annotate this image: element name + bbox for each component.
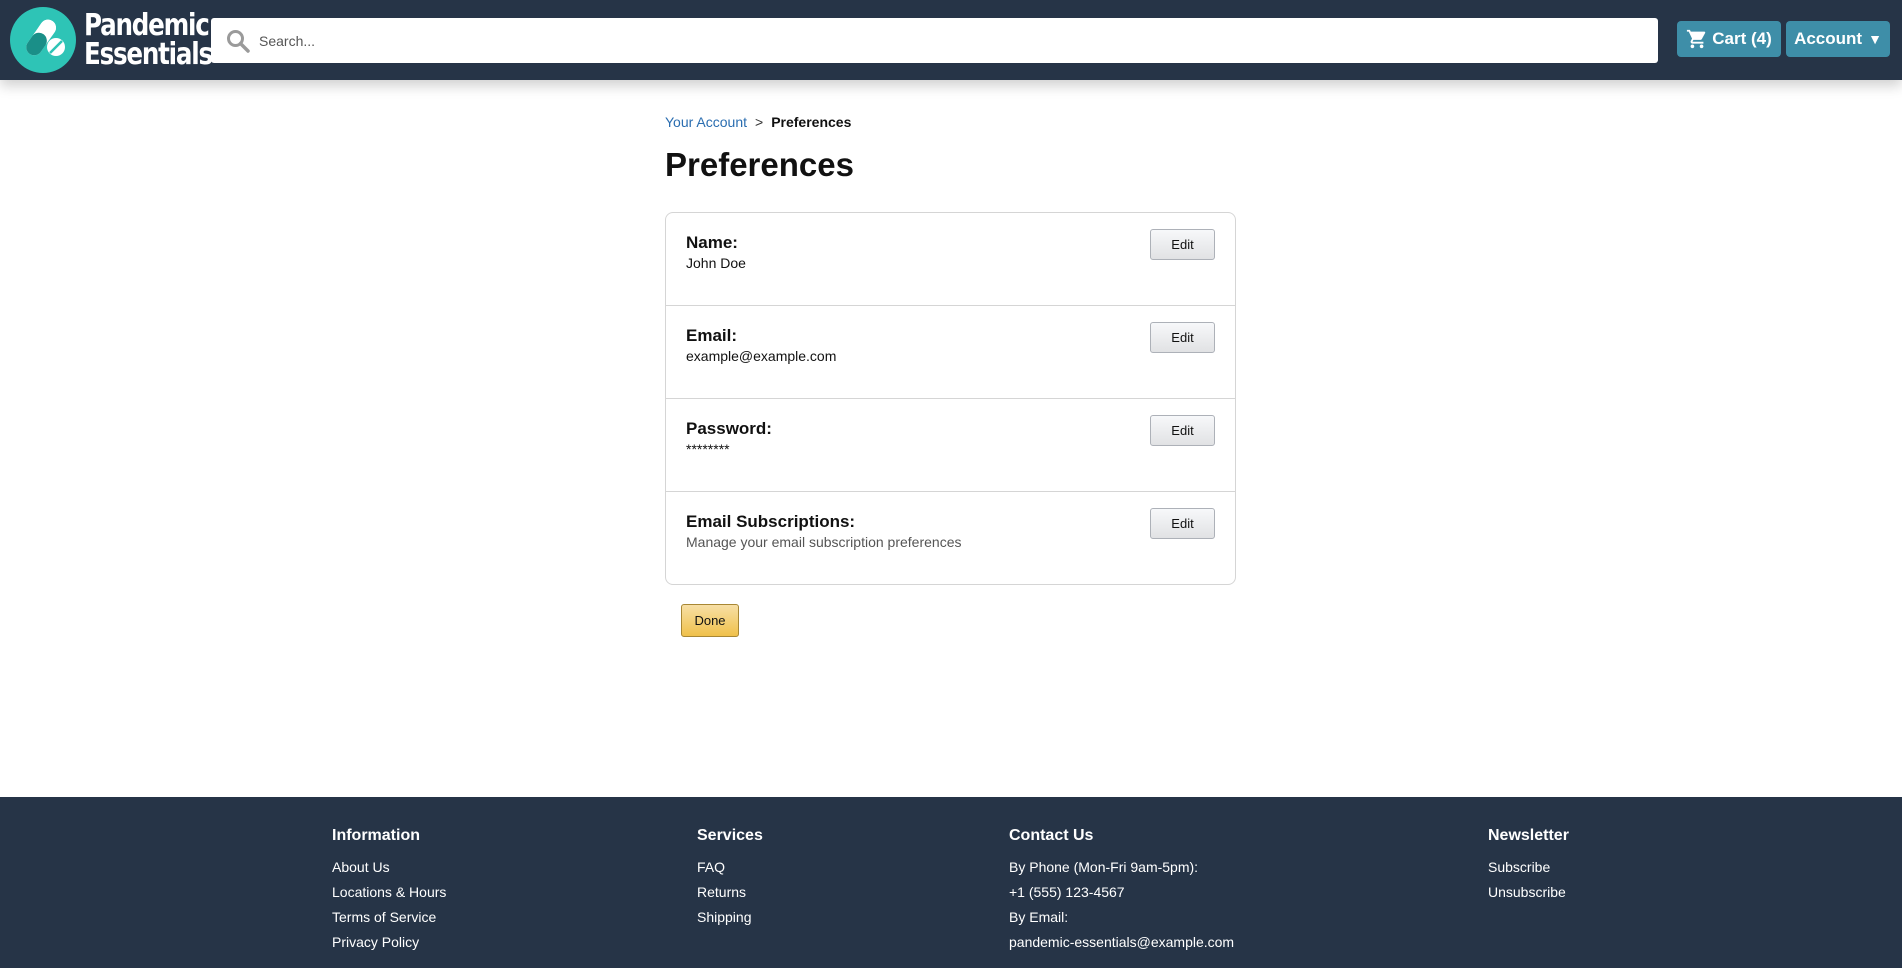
edit-email-subscriptions-button[interactable]: Edit bbox=[1150, 508, 1215, 539]
footer-contact-phone-label: By Phone (Mon-Fri 9am-5pm): bbox=[1009, 859, 1199, 875]
footer-contact-title: Contact Us bbox=[1009, 827, 1094, 844]
footer-services-title: Services bbox=[697, 827, 763, 844]
done-button[interactable]: Done bbox=[681, 604, 739, 637]
cart-label: Cart (4) bbox=[1712, 29, 1772, 48]
site-header: Pandemic Essentials Cart (4) Account ▼ bbox=[0, 0, 1902, 80]
footer-link-privacy-policy[interactable]: Privacy Policy bbox=[332, 930, 446, 955]
logo-line-2: Essentials bbox=[84, 37, 213, 72]
footer-newsletter: Newsletter Subscribe Unsubscribe bbox=[1488, 827, 1569, 905]
logo-text: Pandemic Essentials bbox=[84, 8, 213, 72]
footer-newsletter-title: Newsletter bbox=[1488, 827, 1569, 844]
footer-link-faq[interactable]: FAQ bbox=[697, 855, 763, 880]
pill-logo-icon bbox=[10, 7, 76, 73]
password-label: Password: bbox=[686, 419, 772, 438]
account-menu-button[interactable]: Account ▼ bbox=[1786, 21, 1890, 57]
breadcrumb-your-account-link[interactable]: Your Account bbox=[665, 114, 747, 130]
preferences-card: Name: John Doe Edit Email: example@examp… bbox=[665, 212, 1236, 585]
password-value: ******** bbox=[686, 441, 730, 457]
footer-contact-phone[interactable]: +1 (555) 123-4567 bbox=[1009, 880, 1234, 905]
account-label: Account bbox=[1794, 29, 1863, 48]
caret-down-icon: ▼ bbox=[1868, 31, 1882, 47]
preference-row-name: Name: John Doe Edit bbox=[666, 213, 1235, 306]
footer-link-returns[interactable]: Returns bbox=[697, 880, 763, 905]
footer-contact-email-label: By Email: bbox=[1009, 909, 1069, 925]
footer-link-locations-hours[interactable]: Locations & Hours bbox=[332, 880, 446, 905]
footer-link-subscribe[interactable]: Subscribe bbox=[1488, 855, 1569, 880]
footer-link-about-us[interactable]: About Us bbox=[332, 855, 446, 880]
footer-link-shipping[interactable]: Shipping bbox=[697, 905, 763, 930]
footer-link-unsubscribe[interactable]: Unsubscribe bbox=[1488, 880, 1569, 905]
footer-link-terms-of-service[interactable]: Terms of Service bbox=[332, 905, 446, 930]
preference-row-email-subscriptions: Email Subscriptions: Manage your email s… bbox=[666, 492, 1235, 585]
footer-contact-email[interactable]: pandemic-essentials@example.com bbox=[1009, 930, 1234, 955]
footer-information-title: Information bbox=[332, 827, 420, 844]
footer-contact: Contact Us By Phone (Mon-Fri 9am-5pm): +… bbox=[1009, 827, 1234, 955]
edit-password-button[interactable]: Edit bbox=[1150, 415, 1215, 446]
edit-email-button[interactable]: Edit bbox=[1150, 322, 1215, 353]
search-input[interactable] bbox=[259, 18, 1658, 63]
site-logo[interactable]: Pandemic Essentials bbox=[10, 7, 240, 73]
search-bar bbox=[211, 18, 1658, 63]
logo-line-1: Pandemic bbox=[84, 8, 210, 43]
name-label: Name: bbox=[686, 233, 738, 252]
email-label: Email: bbox=[686, 326, 738, 345]
email-subscriptions-value: Manage your email subscription preferenc… bbox=[686, 534, 962, 550]
site-footer: Information About Us Locations & Hours T… bbox=[0, 797, 1902, 968]
edit-name-button[interactable]: Edit bbox=[1150, 229, 1215, 260]
cart-button[interactable]: Cart (4) bbox=[1677, 21, 1781, 57]
email-subscriptions-label: Email Subscriptions: bbox=[686, 512, 856, 531]
preference-row-password: Password: ******** Edit bbox=[666, 399, 1235, 492]
name-value: John Doe bbox=[686, 255, 746, 271]
email-value: example@example.com bbox=[686, 348, 837, 364]
breadcrumb-current: Preferences bbox=[771, 114, 852, 130]
page-title: Preferences bbox=[665, 146, 854, 183]
footer-information: Information About Us Locations & Hours T… bbox=[332, 827, 446, 955]
preference-row-email: Email: example@example.com Edit bbox=[666, 306, 1235, 399]
breadcrumb: Your Account > Preferences bbox=[665, 114, 851, 130]
footer-services: Services FAQ Returns Shipping bbox=[697, 827, 763, 930]
cart-icon bbox=[1687, 29, 1706, 49]
breadcrumb-separator: > bbox=[755, 114, 764, 130]
search-icon[interactable] bbox=[225, 28, 251, 54]
